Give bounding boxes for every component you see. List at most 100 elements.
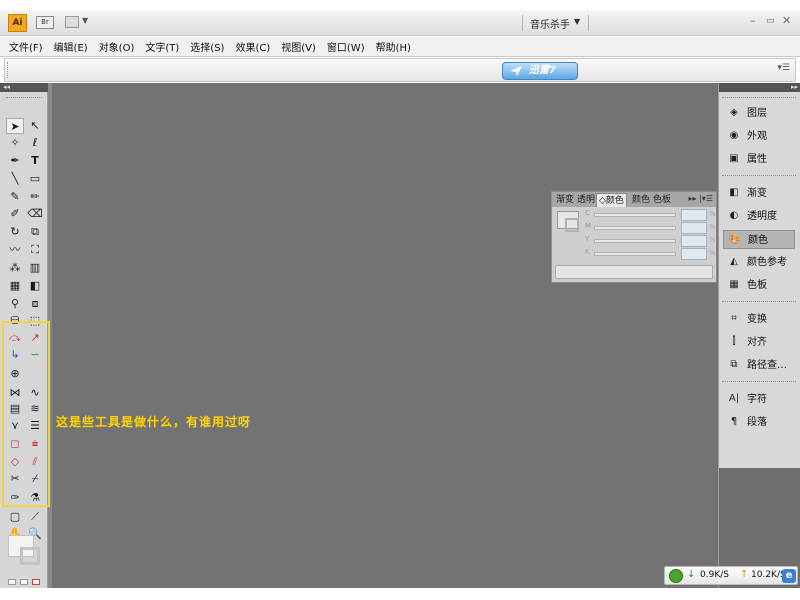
dock-item-align[interactable]: ⫿ 对齐: [723, 333, 795, 352]
xunlei-floating-button[interactable]: 迅雷7: [502, 62, 578, 80]
artboard-area[interactable]: [52, 83, 718, 588]
default-colors-icon[interactable]: [8, 579, 16, 585]
color-icon: 🎨: [728, 234, 742, 245]
channel-row-y: Y %: [585, 235, 716, 247]
channel-slider[interactable]: [594, 226, 676, 230]
stroke-swatch[interactable]: [565, 218, 579, 232]
dock-grip[interactable]: [722, 381, 796, 383]
mesh-tool-icon[interactable]: ▦: [6, 278, 24, 294]
right-dock: ▸▸ ◈ 图层 ◉ 外观 ▣ 属性 ◧ 渐变 ◐ 透明度 🎨 颜色 ◭ 颜色参考 ▦ 色板 ⌗ 变…: [718, 83, 800, 588]
dock-item-color-guide[interactable]: ◭ 颜色参考: [723, 253, 795, 272]
dock-item-transparency[interactable]: ◐ 透明度: [723, 207, 795, 226]
channel-value-field[interactable]: [681, 209, 707, 221]
menu-help[interactable]: 帮助(H): [376, 39, 411, 54]
channel-label: M: [585, 222, 592, 230]
dock-item-character[interactable]: A| 字符: [723, 390, 795, 409]
channel-value-field[interactable]: [681, 248, 707, 260]
menu-object[interactable]: 对象(O): [99, 39, 135, 54]
rectangle-tool-icon[interactable]: ▭: [26, 171, 44, 187]
eraser-tool-icon[interactable]: ⌫: [26, 206, 44, 222]
restore-icon[interactable]: ▭: [766, 16, 775, 26]
pen-tool-icon[interactable]: ✒: [6, 153, 24, 169]
channel-value-field[interactable]: [681, 235, 707, 247]
scale-tool-icon[interactable]: ⧉: [26, 224, 44, 240]
magic-wand-tool-icon[interactable]: ✧: [6, 135, 24, 151]
minimize-icon[interactable]: –: [750, 14, 756, 27]
transform-icon: ⌗: [731, 313, 737, 324]
annotation-text: 这是些工具是做什么，有谁用过呀: [56, 415, 252, 429]
chevron-down-icon[interactable]: ▼: [574, 17, 580, 26]
tab-color-guide[interactable]: 颜色: [630, 193, 652, 207]
divider: [588, 15, 589, 31]
menu-file[interactable]: 文件(F): [9, 39, 43, 54]
stroke-color-swatch[interactable]: [20, 547, 40, 565]
lasso-tool-icon[interactable]: ℓ: [26, 135, 44, 151]
dock-grip[interactable]: [722, 97, 796, 99]
direct-selection-tool-icon[interactable]: ↖: [26, 118, 44, 134]
channel-slider[interactable]: [594, 239, 676, 243]
dock-grip[interactable]: [722, 175, 796, 177]
dock-item-layers[interactable]: ◈ 图层: [723, 104, 795, 123]
layers-icon: ◈: [730, 107, 738, 118]
browser-icon[interactable]: e: [782, 569, 796, 583]
chevron-down-icon[interactable]: ▼: [82, 16, 88, 25]
close-icon[interactable]: ✕: [782, 14, 791, 27]
dock-item-swatches[interactable]: ▦ 色板: [723, 276, 795, 295]
accelerator-logo-icon: [669, 569, 683, 583]
dock-grip[interactable]: [722, 301, 796, 303]
arrange-documents-button[interactable]: [65, 16, 79, 28]
dock-item-label: 色板: [747, 280, 767, 291]
dock-item-paragraph[interactable]: ¶ 段落: [723, 413, 795, 432]
tab-transparency[interactable]: 透明: [575, 193, 597, 207]
channel-slider[interactable]: [594, 252, 676, 256]
free-transform-tool-icon[interactable]: ⛶: [26, 242, 44, 258]
symbol-sprayer-tool-icon[interactable]: ⁂: [6, 260, 24, 276]
none-color-icon[interactable]: [32, 579, 40, 585]
tab-color[interactable]: ◇颜色: [596, 193, 627, 207]
type-tool-icon[interactable]: T: [26, 153, 44, 169]
dock-item-transform[interactable]: ⌗ 变换: [723, 310, 795, 329]
dock-item-attributes[interactable]: ▣ 属性: [723, 150, 795, 169]
slice-tool-icon[interactable]: ⟋: [26, 509, 44, 525]
menu-window[interactable]: 窗口(W): [327, 39, 365, 54]
network-speed-meter[interactable]: ↓ 0.9K/S ↑ 10.2K/S e: [664, 566, 798, 585]
dock-item-color[interactable]: 🎨 颜色: [723, 230, 795, 249]
expand-icon[interactable]: ▸▸: [719, 83, 800, 92]
bridge-button[interactable]: Br: [36, 16, 54, 29]
workspace-switcher[interactable]: 音乐杀手: [530, 16, 570, 31]
selection-tool-icon[interactable]: ➤: [6, 118, 24, 134]
dock-item-appearance[interactable]: ◉ 外观: [723, 127, 795, 146]
column-graph-tool-icon[interactable]: ▥: [26, 260, 44, 276]
menu-view[interactable]: 视图(V): [281, 39, 316, 54]
blend-tool-icon[interactable]: ⧈: [26, 296, 44, 312]
channel-value-field[interactable]: [681, 222, 707, 234]
tab-swatches[interactable]: 色板: [651, 193, 673, 207]
tools-grip[interactable]: [6, 97, 42, 99]
rotate-tool-icon[interactable]: ↻: [6, 224, 24, 240]
control-bar-grip[interactable]: [7, 62, 9, 78]
menu-select[interactable]: 选择(S): [190, 39, 224, 54]
panel-menu-icon[interactable]: ▾☰: [777, 63, 790, 73]
line-tool-icon[interactable]: ╲: [6, 171, 24, 187]
tab-gradient[interactable]: 渐变: [554, 193, 576, 207]
channel-slider[interactable]: [594, 213, 676, 217]
gradient-tool-icon[interactable]: ◧: [26, 278, 44, 294]
panel-menu-icon[interactable]: ▸▸ |▾☰: [689, 194, 713, 203]
collapse-icon[interactable]: ◂◂: [0, 83, 48, 92]
dock-item-pathfinder[interactable]: ⧉ 路径查…: [723, 356, 795, 375]
dock-item-label: 字符: [747, 394, 767, 405]
color-panel-tabs: 渐变 透明 ◇颜色 颜色 色板 ▸▸ |▾☰: [552, 192, 716, 207]
artboard-tool-icon[interactable]: ▢: [6, 509, 24, 525]
paintbrush-tool-icon[interactable]: ✎: [6, 189, 24, 205]
blob-brush-tool-icon[interactable]: ✐: [6, 206, 24, 222]
warp-tool-icon[interactable]: 〰: [6, 242, 24, 258]
menu-type[interactable]: 文字(T): [145, 39, 179, 54]
swap-colors-icon[interactable]: [20, 579, 28, 585]
menu-effect[interactable]: 效果(C): [235, 39, 270, 54]
dock-item-gradient[interactable]: ◧ 渐变: [723, 184, 795, 203]
menu-edit[interactable]: 编辑(E): [54, 39, 88, 54]
color-spectrum-bar[interactable]: [555, 265, 713, 279]
eyedropper-tool-icon[interactable]: ⚲: [6, 296, 24, 312]
color-guide-icon: ◭: [730, 256, 738, 267]
pencil-tool-icon[interactable]: ✏: [26, 189, 44, 205]
